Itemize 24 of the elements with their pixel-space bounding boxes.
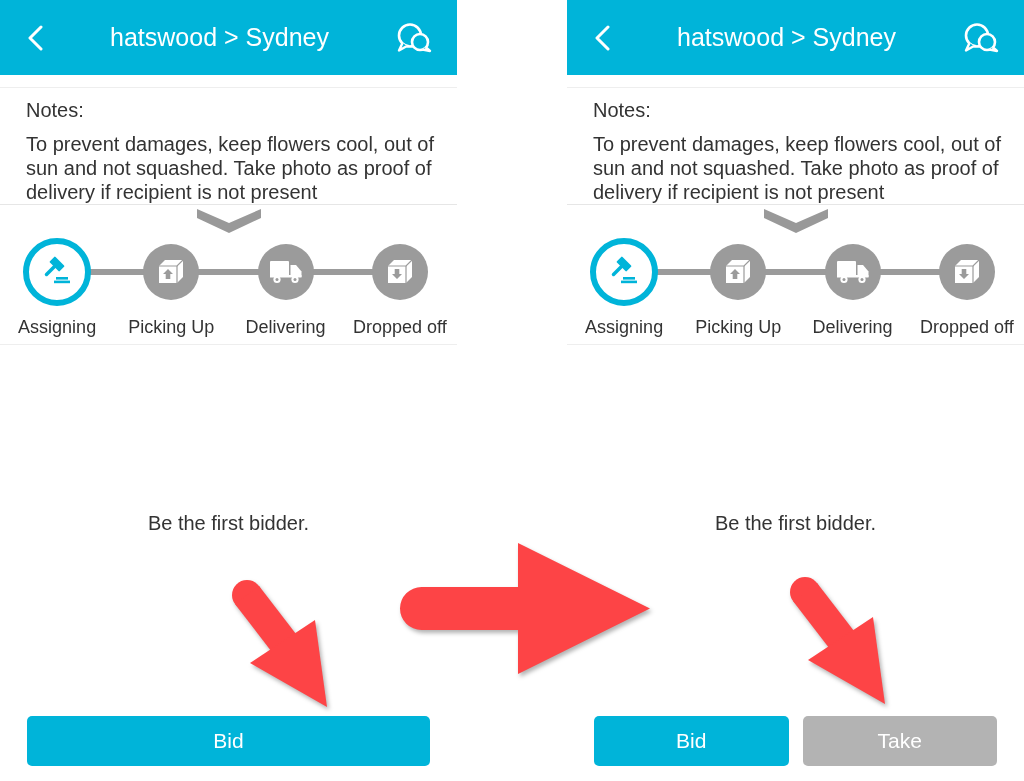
step-label: Assigning: [18, 316, 97, 338]
chat-icon[interactable]: [963, 22, 999, 53]
chat-icon[interactable]: [396, 22, 432, 53]
chevron-down-icon[interactable]: [196, 209, 261, 233]
step-label: Picking Up: [695, 316, 782, 338]
step-label: Delivering: [245, 316, 326, 338]
step-label: Picking Up: [128, 316, 215, 338]
action-button[interactable]: Bid: [594, 716, 789, 766]
bidder-message: Be the first bidder.: [147, 511, 310, 535]
header-title: hatswood > Sydney: [110, 23, 329, 52]
header-title: hatswood > Sydney: [677, 23, 896, 52]
bidder-message: Be the first bidder.: [714, 511, 877, 535]
back-icon[interactable]: [594, 24, 610, 51]
step-label: Dropped off: [920, 316, 1014, 338]
action-button[interactable]: Bid: [27, 716, 430, 766]
notes-text: To prevent damages, keep flowers cool, out of sun and not squashed. Take photo as proof of delivery if recipient is not present: [26, 132, 435, 204]
notes-label: Notes:: [593, 98, 652, 122]
step-label: Assigning: [585, 316, 664, 338]
notes-text: To prevent damages, keep flowers cool, out of sun and not squashed. Take photo as proof of delivery if recipient is not present: [593, 132, 1002, 204]
step-label: Dropped off: [353, 316, 447, 338]
step-label: Delivering: [812, 316, 893, 338]
chevron-down-icon[interactable]: [763, 209, 828, 233]
notes-label: Notes:: [26, 98, 85, 122]
back-icon[interactable]: [27, 24, 43, 51]
